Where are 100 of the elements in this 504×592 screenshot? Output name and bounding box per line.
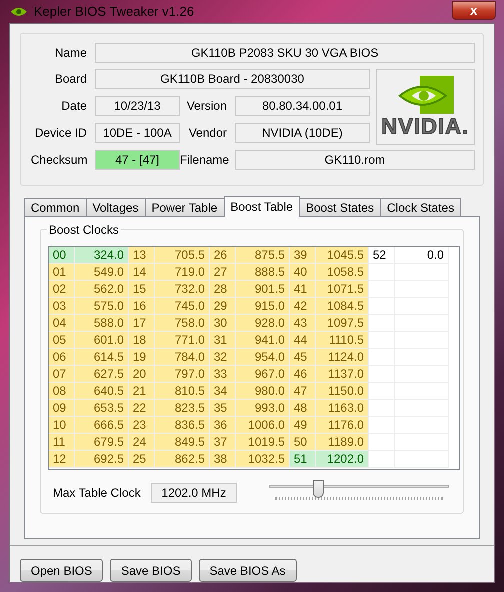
table-cell: 745.0 [155, 298, 210, 315]
table-cell: 993.0 [236, 400, 290, 417]
checksum-field: 47 - [47] [95, 150, 180, 170]
table-cell: 640.5 [75, 383, 129, 400]
table-cell: 928.0 [236, 315, 290, 332]
table-cell: 21 [129, 383, 155, 400]
app-logo-icon [10, 6, 28, 18]
table-cell: 51 [290, 451, 316, 468]
table-cell: 30 [210, 315, 236, 332]
table-cell: 18 [129, 332, 155, 349]
table-cell: 888.5 [236, 264, 290, 281]
table-cell: 35 [210, 400, 236, 417]
table-cell: 614.5 [75, 349, 129, 366]
window-title: Kepler BIOS Tweaker v1.26 [34, 2, 194, 21]
tab[interactable]: Common [24, 198, 87, 216]
table-cell: 26 [210, 247, 236, 264]
table-cell: 1163.0 [316, 400, 369, 417]
tab[interactable]: Voltages [86, 198, 146, 216]
table-cell: 39 [290, 247, 316, 264]
table-cell: 1058.5 [316, 264, 369, 281]
table-cell: 679.5 [75, 434, 129, 451]
table-cell: 23 [129, 417, 155, 434]
table-cell: 00 [49, 247, 75, 264]
table-cell: 1150.0 [316, 383, 369, 400]
table-cell: 42 [290, 298, 316, 315]
table-cell: 50 [290, 434, 316, 451]
table-cell: 40 [290, 264, 316, 281]
table-cell: 549.0 [75, 264, 129, 281]
table-cell: 849.5 [155, 434, 210, 451]
board-field: GK110B Board - 20830030 [95, 69, 370, 89]
name-field: GK110B P2083 SKU 30 VGA BIOS [95, 43, 475, 63]
table-cell: 04 [49, 315, 75, 332]
table-cell: 37 [210, 434, 236, 451]
table-cell: 732.0 [155, 281, 210, 298]
table-cell: 771.0 [155, 332, 210, 349]
table-cell: 575.0 [75, 298, 129, 315]
table-cell: 784.0 [155, 349, 210, 366]
tab[interactable]: Power Table [144, 198, 225, 216]
table-cell: 41 [290, 281, 316, 298]
date-field: 10/23/13 [95, 96, 180, 116]
field-label: Board [54, 71, 88, 88]
table-cell: 07 [49, 366, 75, 383]
bios-button[interactable]: Save BIOS [110, 559, 192, 582]
tab[interactable]: Boost States [299, 198, 382, 216]
table-cell: 10 [49, 417, 75, 434]
table-cell: 901.5 [236, 281, 290, 298]
table-cell: 45 [290, 349, 316, 366]
table-cell: 48 [290, 400, 316, 417]
table-cell: 13 [129, 247, 155, 264]
field-label: Version [186, 98, 228, 115]
table-cell: 32 [210, 349, 236, 366]
field-label: Checksum [31, 152, 89, 169]
table-cell: 03 [49, 298, 75, 315]
table-cell: 12 [49, 451, 75, 468]
eye-icon [398, 76, 454, 114]
table-cell: 17 [129, 315, 155, 332]
table-cell: 29 [210, 298, 236, 315]
table-cell: 692.5 [75, 451, 129, 468]
bios-button[interactable]: Save BIOS As [198, 559, 297, 582]
bios-button[interactable]: Open BIOS [20, 559, 104, 582]
field-label: Device ID [34, 125, 88, 142]
table-cell: 1097.5 [316, 315, 369, 332]
filename-field: GK110.rom [235, 150, 475, 170]
table-cell: 836.5 [155, 417, 210, 434]
slider-thumb[interactable] [312, 480, 324, 498]
table-cell: 705.5 [155, 247, 210, 264]
table-cell: 16 [129, 298, 155, 315]
table-cell: 20 [129, 366, 155, 383]
table-cell: 11 [49, 434, 75, 451]
field-label: Vendor [188, 125, 228, 142]
table-cell: 49 [290, 417, 316, 434]
field-label: Name [54, 45, 88, 62]
table-cell: 06 [49, 349, 75, 366]
table-cell: 562.0 [75, 281, 129, 298]
table-cell: 27 [210, 264, 236, 281]
field-label: Date [60, 98, 88, 115]
table-cell: 1202.0 [316, 451, 369, 468]
table-cell: 36 [210, 417, 236, 434]
table-cell: 15 [129, 281, 155, 298]
table-cell: 02 [49, 281, 75, 298]
tab[interactable]: Clock States [380, 198, 462, 216]
table-cell: 601.0 [75, 332, 129, 349]
table-cell: 1071.5 [316, 281, 369, 298]
table-cell: 47 [290, 383, 316, 400]
close-button[interactable]: x [452, 1, 496, 20]
table-cell: 1032.5 [236, 451, 290, 468]
table-cell: 0.0 [395, 247, 449, 264]
table-cell: 862.5 [155, 451, 210, 468]
field-label: Max Table Clock [53, 485, 142, 502]
table-cell: 1124.0 [316, 349, 369, 366]
table-cell: 1137.0 [316, 366, 369, 383]
table-cell: 666.5 [75, 417, 129, 434]
table-cell: 08 [49, 383, 75, 400]
table-cell: 324.0 [75, 247, 129, 264]
tab[interactable]: Boost Table [224, 196, 300, 217]
table-cell: 954.0 [236, 349, 290, 366]
table-cell: 758.0 [155, 315, 210, 332]
table-cell: 44 [290, 332, 316, 349]
table-cell: 915.0 [236, 298, 290, 315]
table-cell: 1019.5 [236, 434, 290, 451]
